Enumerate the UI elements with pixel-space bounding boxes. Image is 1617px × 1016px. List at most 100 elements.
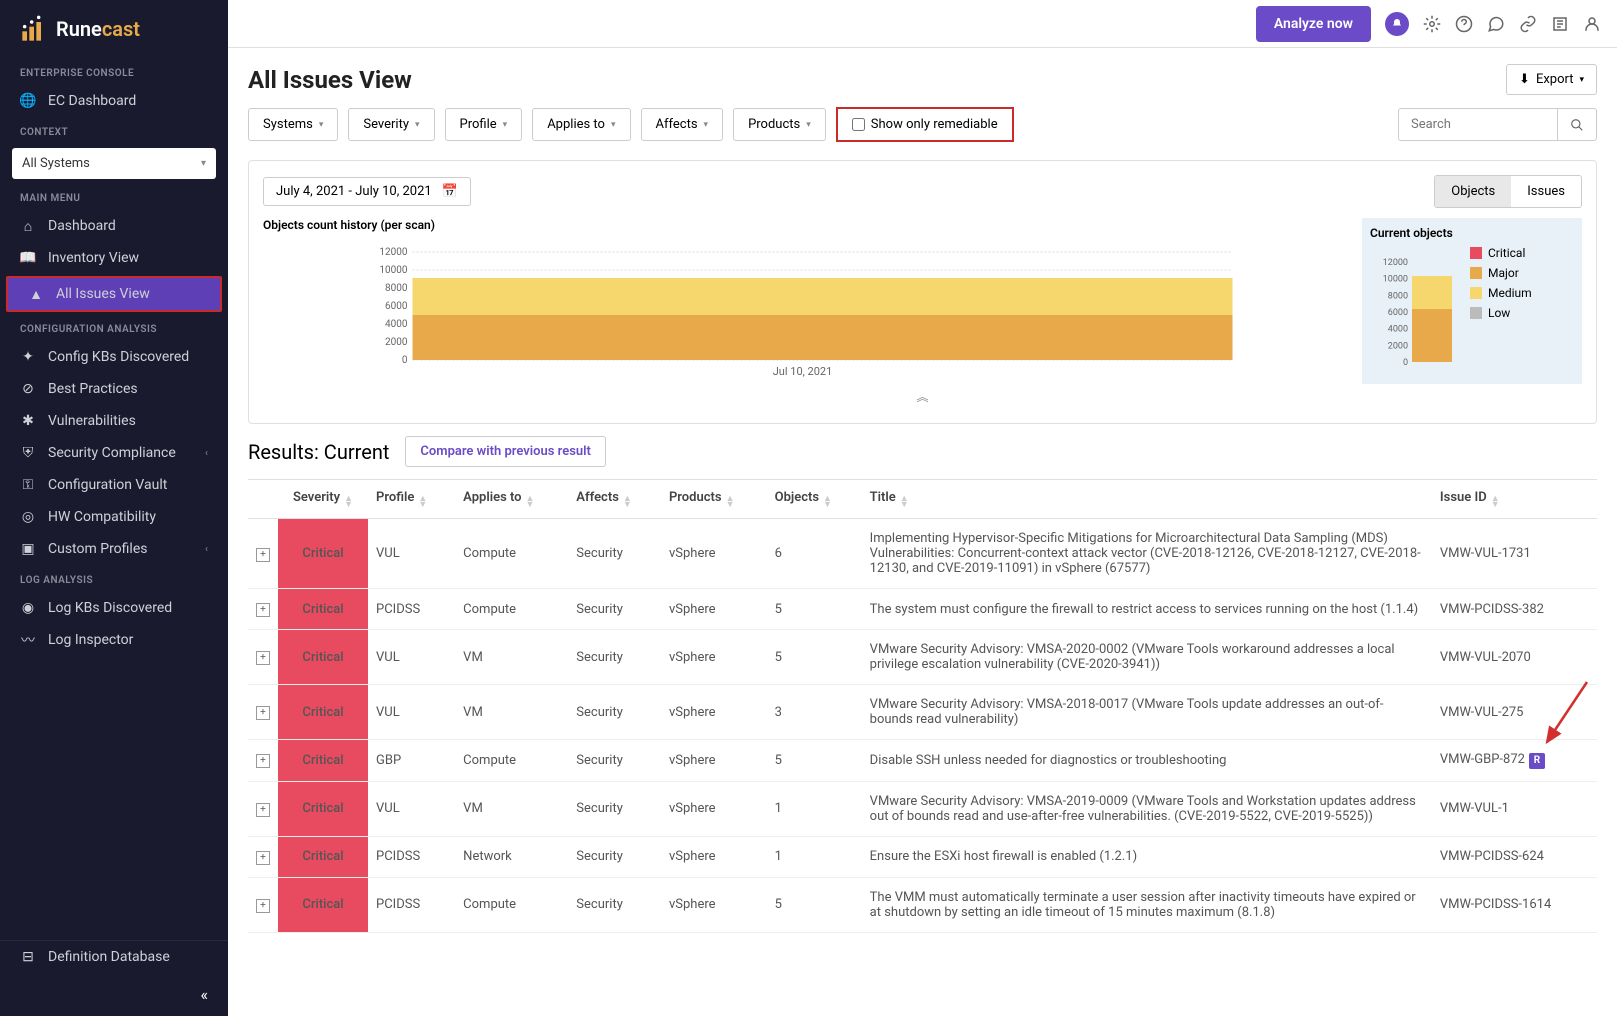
issue-id-cell: VMW-GBP-872R bbox=[1432, 740, 1597, 782]
severity-cell: Critical bbox=[278, 781, 368, 836]
table-row[interactable]: + Critical VUL Compute Security vSphere … bbox=[248, 519, 1597, 589]
fire-icon: ▲ bbox=[28, 286, 44, 302]
analyze-button[interactable]: Analyze now bbox=[1256, 6, 1371, 42]
profile-cell: VUL bbox=[368, 630, 455, 685]
caret-down-icon: ▾ bbox=[611, 120, 616, 130]
col-affects[interactable]: Affects▲▼ bbox=[568, 480, 661, 519]
objects-cell: 5 bbox=[767, 740, 862, 782]
sidebar-item-log-kbs[interactable]: ◉Log KBs Discovered bbox=[0, 592, 228, 624]
profile-cell: PCIDSS bbox=[368, 589, 455, 630]
sidebar-item-all-issues[interactable]: ▲All Issues View bbox=[6, 276, 222, 312]
puzzle-icon: ✦ bbox=[20, 349, 36, 365]
logo[interactable]: Runecast bbox=[0, 0, 228, 58]
products-cell: vSphere bbox=[661, 836, 767, 877]
svg-text:12000: 12000 bbox=[1383, 258, 1408, 268]
affects-cell: Security bbox=[568, 519, 661, 589]
logo-icon bbox=[20, 15, 48, 43]
applies-cell: Network bbox=[455, 836, 568, 877]
sidebar-item-custom-profiles[interactable]: ▣Custom Profiles‹ bbox=[0, 533, 228, 565]
sidebar-item-inventory[interactable]: 📖Inventory View bbox=[0, 242, 228, 274]
gear-icon[interactable] bbox=[1423, 15, 1441, 33]
context-select[interactable]: All Systems ▾ bbox=[12, 148, 216, 179]
expand-button[interactable]: + bbox=[256, 851, 270, 865]
sidebar-item-config-kbs[interactable]: ✦Config KBs Discovered bbox=[0, 341, 228, 373]
legend: Critical Major Medium Low bbox=[1470, 246, 1532, 376]
col-products[interactable]: Products▲▼ bbox=[661, 480, 767, 519]
col-applies-to[interactable]: Applies to▲▼ bbox=[455, 480, 568, 519]
expand-button[interactable]: + bbox=[256, 754, 270, 768]
notification-badge[interactable]: 2 bbox=[1385, 12, 1409, 36]
remediable-checkbox-input[interactable] bbox=[852, 118, 865, 131]
svg-text:6000: 6000 bbox=[385, 301, 408, 312]
filter-profile[interactable]: Profile▾ bbox=[445, 108, 523, 141]
sidebar-item-security[interactable]: ⛨Security Compliance‹ bbox=[0, 437, 228, 469]
applies-cell: Compute bbox=[455, 877, 568, 932]
expand-button[interactable]: + bbox=[256, 603, 270, 617]
table-row[interactable]: + Critical PCIDSS Compute Security vSphe… bbox=[248, 877, 1597, 932]
col-title[interactable]: Title▲▼ bbox=[862, 480, 1432, 519]
filter-severity[interactable]: Severity▾ bbox=[348, 108, 434, 141]
profile-cell: VUL bbox=[368, 519, 455, 589]
severity-cell: Critical bbox=[278, 740, 368, 782]
svg-text:10000: 10000 bbox=[379, 265, 407, 276]
filter-applies-to[interactable]: Applies to▾ bbox=[532, 108, 630, 141]
table-row[interactable]: + Critical GBP Compute Security vSphere … bbox=[248, 740, 1597, 782]
expand-button[interactable]: + bbox=[256, 899, 270, 913]
ec-dashboard-text: EC Dashboard bbox=[48, 93, 136, 109]
table-row[interactable]: + Critical VUL VM Security vSphere 3 VMw… bbox=[248, 685, 1597, 740]
col-issue-id[interactable]: Issue ID▲▼ bbox=[1432, 480, 1597, 519]
table-row[interactable]: + Critical PCIDSS Network Security vSphe… bbox=[248, 836, 1597, 877]
sidebar-item-definition-db[interactable]: ⊟Definition Database bbox=[0, 941, 228, 973]
sidebar-item-config-vault[interactable]: ⚿Configuration Vault bbox=[0, 469, 228, 501]
expand-button[interactable]: + bbox=[256, 706, 270, 720]
sidebar-item-best-practices[interactable]: ⊘Best Practices bbox=[0, 373, 228, 405]
double-chevron-left-icon: « bbox=[200, 985, 208, 1004]
products-cell: vSphere bbox=[661, 519, 767, 589]
show-remediable-checkbox[interactable]: Show only remediable bbox=[836, 107, 1014, 142]
applies-cell: Compute bbox=[455, 589, 568, 630]
expand-button[interactable]: + bbox=[256, 548, 270, 562]
help-icon[interactable] bbox=[1455, 15, 1473, 33]
doc-icon[interactable] bbox=[1551, 15, 1569, 33]
filter-products[interactable]: Products▾ bbox=[733, 108, 826, 141]
caret-down-icon: ▾ bbox=[1579, 75, 1584, 85]
table-row[interactable]: + Critical PCIDSS Compute Security vSphe… bbox=[248, 589, 1597, 630]
table-row[interactable]: + Critical VUL VM Security vSphere 5 VMw… bbox=[248, 630, 1597, 685]
title-cell: VMware Security Advisory: VMSA-2018-0017… bbox=[862, 685, 1432, 740]
svg-text:8000: 8000 bbox=[385, 283, 408, 294]
sidebar-item-vulnerabilities[interactable]: ✱Vulnerabilities bbox=[0, 405, 228, 437]
tab-objects[interactable]: Objects bbox=[1435, 176, 1511, 207]
user-icon[interactable] bbox=[1583, 15, 1601, 33]
sidebar-item-hw-compat[interactable]: ◎HW Compatibility bbox=[0, 501, 228, 533]
table-row[interactable]: + Critical VUL VM Security vSphere 1 VMw… bbox=[248, 781, 1597, 836]
objects-cell: 5 bbox=[767, 877, 862, 932]
link-icon[interactable] bbox=[1519, 15, 1537, 33]
collapse-sidebar-button[interactable]: « bbox=[0, 973, 228, 1016]
title-cell: The system must configure the firewall t… bbox=[862, 589, 1432, 630]
applies-cell: VM bbox=[455, 685, 568, 740]
svg-text:0: 0 bbox=[402, 355, 408, 366]
ec-dashboard-link[interactable]: 🌐 EC Dashboard bbox=[0, 85, 228, 117]
sidebar-item-log-inspector[interactable]: 〰Log Inspector bbox=[0, 624, 228, 656]
chat-icon[interactable] bbox=[1487, 15, 1505, 33]
sort-icon: ▲▼ bbox=[823, 496, 832, 508]
export-button[interactable]: ⬇Export▾ bbox=[1506, 64, 1597, 95]
filter-systems[interactable]: Systems▾ bbox=[248, 108, 338, 141]
filter-affects[interactable]: Affects▾ bbox=[641, 108, 724, 141]
col-severity[interactable]: Severity▲▼ bbox=[278, 480, 368, 519]
date-range-picker[interactable]: July 4, 2021 - July 10, 2021 📅 bbox=[263, 177, 471, 206]
col-profile[interactable]: Profile▲▼ bbox=[368, 480, 455, 519]
expand-button[interactable]: + bbox=[256, 651, 270, 665]
chart-tabs: Objects Issues bbox=[1434, 175, 1582, 208]
search-button[interactable] bbox=[1558, 108, 1597, 141]
collapse-chart-button[interactable]: ︽ bbox=[263, 384, 1582, 409]
title-cell: VMware Security Advisory: VMSA-2020-0002… bbox=[862, 630, 1432, 685]
expand-button[interactable]: + bbox=[256, 803, 270, 817]
tab-issues[interactable]: Issues bbox=[1511, 176, 1581, 207]
col-objects[interactable]: Objects▲▼ bbox=[767, 480, 862, 519]
affects-cell: Security bbox=[568, 781, 661, 836]
sidebar-item-dashboard[interactable]: ⌂Dashboard bbox=[0, 210, 228, 242]
issue-id-cell: VMW-VUL-1731 bbox=[1432, 519, 1597, 589]
compare-button[interactable]: Compare with previous result bbox=[405, 436, 606, 467]
search-input[interactable] bbox=[1398, 108, 1558, 141]
